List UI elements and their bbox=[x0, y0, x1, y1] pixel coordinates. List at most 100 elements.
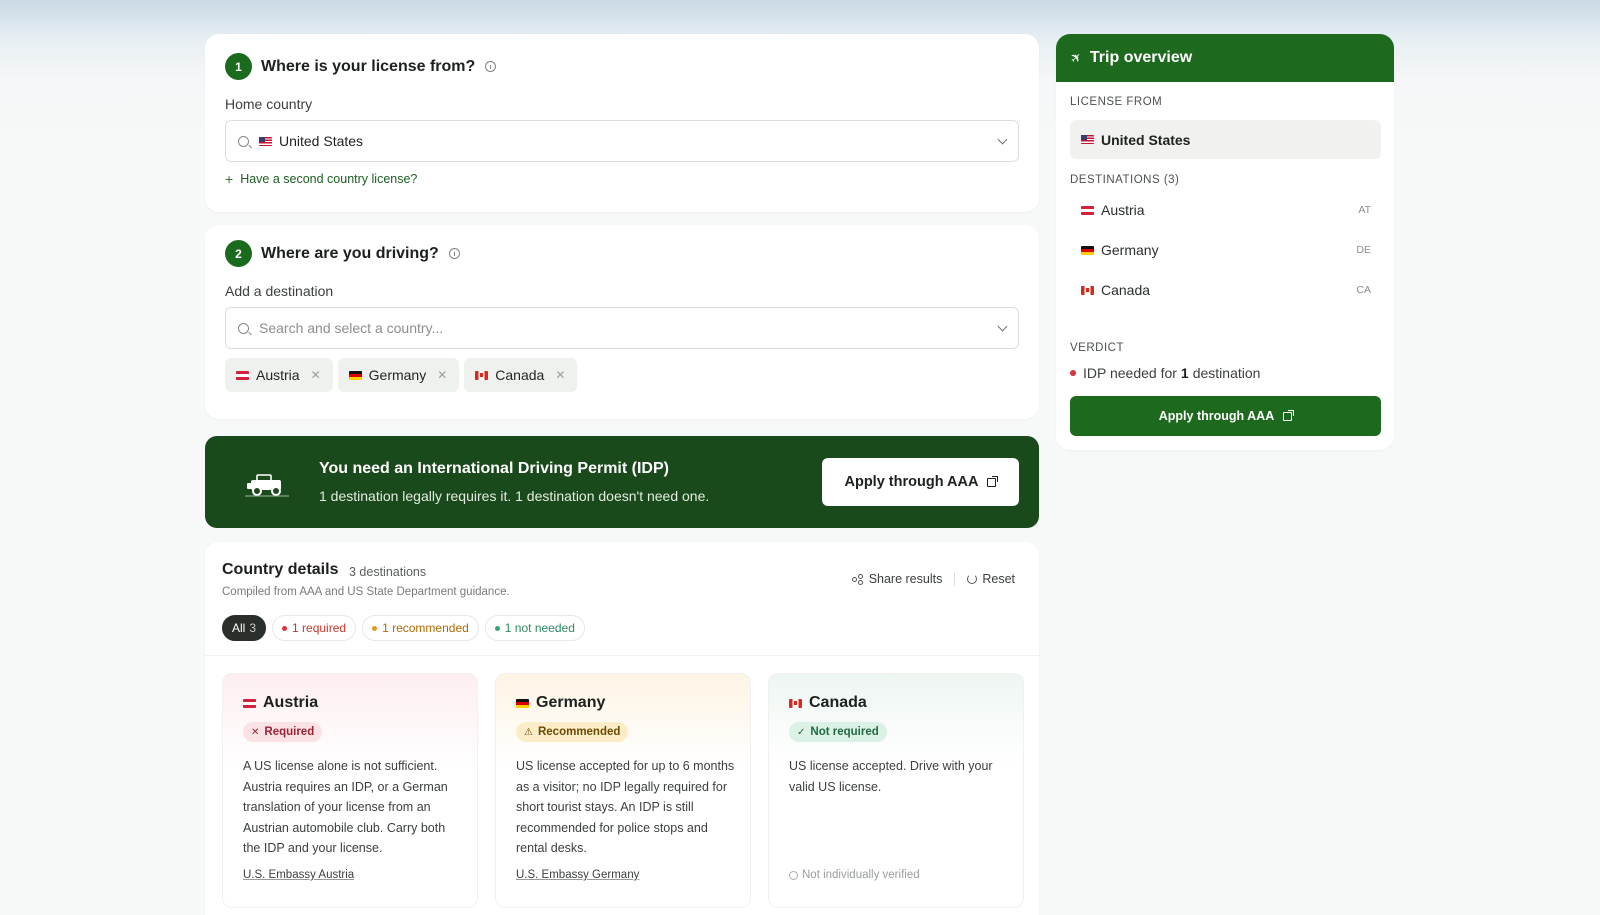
country-description: A US license alone is not sufficient. Au… bbox=[243, 759, 448, 855]
banner-title: You need an International Driving Permit… bbox=[319, 460, 669, 477]
source-link[interactable]: U.S. Embassy Germany bbox=[516, 869, 639, 881]
step-title: Where are you driving? bbox=[261, 244, 439, 262]
external-link-icon bbox=[1283, 409, 1295, 421]
destination-chips: Austria ✕ Germany ✕ Canada ✕ bbox=[225, 358, 578, 392]
close-icon[interactable]: ✕ bbox=[437, 368, 447, 382]
add-destination-label: Add a destination bbox=[225, 283, 334, 299]
canada-flag-icon bbox=[789, 698, 802, 708]
verification-note: Not individually verified bbox=[789, 869, 920, 881]
verification-label: Not individually verified bbox=[802, 869, 920, 881]
overview-apply-aaa-button[interactable]: Apply through AAA bbox=[1070, 396, 1381, 436]
overview-title: Trip overview bbox=[1089, 49, 1193, 66]
second-license-label: Have a second country license? bbox=[240, 172, 418, 186]
home-country-label: Home country bbox=[225, 96, 313, 112]
check-icon: ✓ bbox=[797, 726, 806, 738]
destination-item-canada: Canada CA bbox=[1070, 275, 1381, 305]
section-title: Country details bbox=[222, 561, 339, 578]
trip-overview-panel: ✈ Trip overview LICENSE FROM United Stat… bbox=[1056, 34, 1394, 450]
country-description: US license accepted. Drive with your val… bbox=[789, 759, 993, 794]
germany-flag-icon bbox=[348, 370, 362, 380]
status-label: Required bbox=[264, 726, 315, 738]
country-name-label: Canada bbox=[809, 694, 867, 711]
chip-label: Germany bbox=[368, 367, 427, 383]
austria-flag-icon bbox=[1081, 205, 1094, 215]
country-code: DE bbox=[1356, 244, 1371, 256]
destination-item-austria: Austria AT bbox=[1070, 195, 1381, 225]
chevron-down-icon[interactable] bbox=[997, 134, 1008, 145]
status-dot bbox=[1070, 370, 1076, 376]
country-name-label: Germany bbox=[536, 694, 606, 711]
license-from-label: LICENSE FROM bbox=[1070, 96, 1163, 108]
details-actions: Share results Reset bbox=[851, 572, 1015, 586]
plus-icon: + bbox=[225, 171, 234, 187]
source-link[interactable]: U.S. Embassy Austria bbox=[243, 869, 354, 881]
us-flag-icon bbox=[1081, 135, 1094, 144]
destination-item-germany: Germany DE bbox=[1070, 235, 1381, 265]
destination-chip-canada[interactable]: Canada ✕ bbox=[464, 358, 578, 392]
destinations-label: DESTINATIONS (3) bbox=[1070, 174, 1180, 186]
destination-name: Austria bbox=[1101, 202, 1145, 218]
status-badge: ⚠ Recommended bbox=[516, 722, 629, 742]
verdict-text: IDP needed for 1 destination bbox=[1070, 365, 1260, 381]
overview-header: ✈ Trip overview bbox=[1056, 34, 1394, 82]
apply-aaa-button[interactable]: Apply through AAA bbox=[822, 458, 1019, 506]
status-label: Recommended bbox=[537, 726, 621, 738]
step-1-header: 1 Where is your license from? bbox=[225, 53, 497, 80]
filter-all-count: 3 bbox=[249, 621, 257, 635]
divider bbox=[954, 572, 956, 586]
filter-required[interactable]: 1 required bbox=[272, 615, 357, 641]
status-dot bbox=[494, 625, 500, 631]
verdict-suffix: destination bbox=[1192, 365, 1261, 381]
step-title: Where is your license from? bbox=[261, 57, 476, 75]
info-icon[interactable] bbox=[448, 248, 460, 259]
divider bbox=[205, 655, 1039, 656]
country-name: Canada bbox=[789, 694, 867, 712]
status-badge: ✓ Not required bbox=[789, 722, 887, 742]
jeep-icon bbox=[245, 474, 289, 497]
info-icon[interactable] bbox=[485, 61, 497, 72]
search-icon bbox=[238, 322, 249, 334]
filter-all[interactable]: All 3 bbox=[222, 615, 267, 641]
destination-search-select[interactable]: Search and select a country... bbox=[225, 307, 1019, 349]
canada-flag-icon bbox=[1081, 285, 1094, 295]
license-from-card: 1 Where is your license from? Home count… bbox=[205, 34, 1039, 212]
country-name: Germany bbox=[516, 694, 605, 712]
home-country-select[interactable]: United States bbox=[225, 120, 1019, 162]
selected-country: United States bbox=[279, 133, 364, 149]
us-flag-icon bbox=[259, 136, 272, 146]
status-dot bbox=[282, 625, 288, 631]
step-number: 2 bbox=[225, 240, 252, 267]
austria-flag-icon bbox=[243, 698, 256, 708]
status-label: Not required bbox=[810, 726, 879, 738]
reset-button[interactable]: Reset bbox=[982, 572, 1015, 586]
second-license-link[interactable]: + Have a second country license? bbox=[225, 171, 417, 187]
close-icon[interactable]: ✕ bbox=[555, 368, 565, 382]
verdict-label: VERDICT bbox=[1070, 342, 1124, 354]
license-country: United States bbox=[1070, 120, 1381, 159]
search-icon bbox=[238, 135, 249, 147]
germany-flag-icon bbox=[516, 698, 529, 708]
filter-recommended-label: 1 recommended bbox=[382, 621, 469, 635]
austria-flag-icon bbox=[236, 370, 249, 380]
close-icon[interactable]: ✕ bbox=[311, 368, 321, 382]
share-results-button[interactable]: Share results bbox=[869, 572, 943, 586]
banner-subtitle: 1 destination legally requires it. 1 des… bbox=[319, 488, 710, 504]
country-card-germany: Germany ⚠ Recommended US license accepte… bbox=[495, 673, 751, 908]
section-subtitle: Compiled from AAA and US State Departmen… bbox=[222, 586, 510, 598]
destination-count: 3 destinations bbox=[349, 565, 427, 579]
chevron-down-icon[interactable] bbox=[997, 321, 1008, 332]
plane-icon: ✈ bbox=[1066, 48, 1086, 67]
share-icon bbox=[851, 573, 863, 585]
status-filters: All 3 1 required 1 recommended 1 not nee… bbox=[222, 615, 585, 641]
step-number: 1 bbox=[225, 53, 252, 80]
filter-recommended[interactable]: 1 recommended bbox=[362, 615, 479, 641]
status-badge: ✕ Required bbox=[243, 722, 323, 742]
destination-chip-austria[interactable]: Austria ✕ bbox=[225, 358, 333, 392]
filter-not-needed[interactable]: 1 not needed bbox=[484, 615, 585, 641]
destination-search-placeholder: Search and select a country... bbox=[259, 320, 444, 336]
step-2-header: 2 Where are you driving? bbox=[225, 240, 460, 267]
filter-not-needed-label: 1 not needed bbox=[504, 621, 575, 635]
destination-name: Canada bbox=[1101, 282, 1151, 298]
destination-chip-germany[interactable]: Germany ✕ bbox=[337, 358, 460, 392]
filter-required-label: 1 required bbox=[292, 621, 347, 635]
